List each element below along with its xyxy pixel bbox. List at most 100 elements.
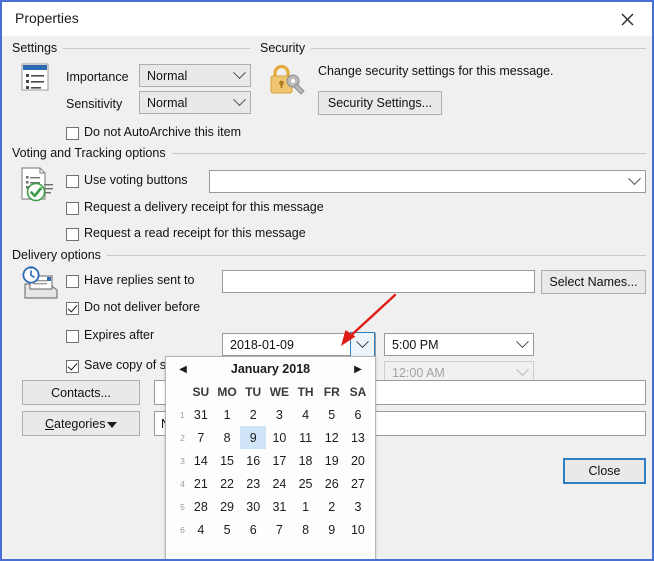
calendar-day[interactable]: 7 xyxy=(266,518,292,541)
do-not-autoarchive-checkbox[interactable] xyxy=(66,127,79,140)
calendar-day[interactable]: 11 xyxy=(292,426,318,449)
use-voting-buttons-checkbox[interactable] xyxy=(66,175,79,188)
voting-ballot-icon xyxy=(19,166,55,209)
calendar-day[interactable]: 3 xyxy=(266,403,292,426)
calendar-day[interactable]: 1 xyxy=(292,495,318,518)
calendar-week-row: 1 31 1 2 3 4 5 6 xyxy=(170,403,371,426)
read-receipt-checkbox[interactable] xyxy=(66,228,79,241)
chevron-right-icon[interactable]: ▶ xyxy=(345,357,371,381)
date-picker-popup: ◀ January 2018 ▶ SU MO TU WE TH FR SA 1 … xyxy=(165,356,376,559)
calendar-day[interactable]: 27 xyxy=(345,472,371,495)
delivery-group-rule xyxy=(97,255,646,256)
calendar-day[interactable]: 16 xyxy=(240,449,266,472)
chevron-down-icon xyxy=(356,335,369,349)
do-not-autoarchive-label: Do not AutoArchive this item xyxy=(84,125,242,139)
categories-button[interactable]: Categories xyxy=(22,411,140,436)
calendar-day[interactable]: 8 xyxy=(214,426,240,449)
have-replies-sent-to-input[interactable] xyxy=(222,270,535,293)
settings-group-label: Settings xyxy=(12,41,64,55)
contacts-button[interactable]: Contacts... xyxy=(22,380,140,405)
chevron-down-icon xyxy=(228,65,250,86)
save-copy-checkbox[interactable] xyxy=(66,360,79,373)
lock-key-icon xyxy=(268,61,306,102)
security-settings-button[interactable]: Security Settings... xyxy=(318,91,442,115)
select-names-button[interactable]: Select Names... xyxy=(541,270,646,294)
calendar-day[interactable]: 7 xyxy=(188,426,214,449)
calendar-day[interactable]: 12 xyxy=(319,426,345,449)
use-voting-buttons-label: Use voting buttons xyxy=(84,173,188,187)
calendar-week-row: 4 21 22 23 24 25 26 27 xyxy=(170,472,371,495)
do-not-deliver-before-checkbox[interactable] xyxy=(66,302,79,315)
calendar-day[interactable]: 10 xyxy=(345,518,371,541)
calendar-week-row: 2 7 8 9 10 11 12 13 xyxy=(170,426,371,449)
calendar-day[interactable]: 28 xyxy=(188,495,214,518)
delayed-delivery-icon xyxy=(19,266,61,307)
calendar-day[interactable]: 17 xyxy=(266,449,292,472)
calendar-day[interactable]: 22 xyxy=(214,472,240,495)
calendar-day[interactable]: 4 xyxy=(188,518,214,541)
calendar-day[interactable]: 20 xyxy=(345,449,371,472)
calendar-day[interactable]: 31 xyxy=(188,403,214,426)
sensitivity-select[interactable]: Normal xyxy=(139,91,251,114)
delivery-group-label: Delivery options xyxy=(12,248,107,262)
weekday-su: SU xyxy=(192,385,210,399)
calendar-day[interactable]: 9 xyxy=(319,518,345,541)
calendar-day[interactable]: 2 xyxy=(319,495,345,518)
calendar-day[interactable]: 21 xyxy=(188,472,214,495)
calendar-day[interactable]: 4 xyxy=(292,403,318,426)
calendar-day[interactable]: 14 xyxy=(188,449,214,472)
calendar-day[interactable]: 19 xyxy=(319,449,345,472)
voting-group-rule xyxy=(154,153,646,154)
calendar-weekday-row: SU MO TU WE TH FR SA xyxy=(170,381,371,403)
importance-select[interactable]: Normal xyxy=(139,64,251,87)
do-not-deliver-time-value: 5:00 PM xyxy=(392,337,439,352)
calendar-day[interactable]: 5 xyxy=(319,403,345,426)
read-receipt-label: Request a read receipt for this message xyxy=(84,226,306,240)
triangle-down-icon xyxy=(107,421,117,428)
week-number-header xyxy=(170,381,188,403)
calendar-day[interactable]: 23 xyxy=(240,472,266,495)
calendar-day[interactable]: 3 xyxy=(345,495,371,518)
calendar-day[interactable]: 5 xyxy=(214,518,240,541)
calendar-day[interactable]: 25 xyxy=(292,472,318,495)
delivery-receipt-label: Request a delivery receipt for this mess… xyxy=(84,200,324,214)
date-picker-dropdown-button[interactable] xyxy=(350,332,375,357)
close-x-icon[interactable] xyxy=(610,6,644,32)
close-button[interactable]: Close xyxy=(563,458,646,484)
voting-buttons-select[interactable] xyxy=(209,170,646,193)
calendar-day-selected[interactable]: 9 xyxy=(240,426,267,449)
calendar-day[interactable]: 13 xyxy=(345,426,371,449)
delivery-receipt-checkbox[interactable] xyxy=(66,202,79,215)
chevron-left-icon[interactable]: ◀ xyxy=(170,357,196,381)
have-replies-sent-to-checkbox[interactable] xyxy=(66,275,79,288)
calendar-day[interactable]: 1 xyxy=(214,403,240,426)
calendar-day[interactable]: 26 xyxy=(319,472,345,495)
calendar-day[interactable]: 31 xyxy=(266,495,292,518)
weekday-we: WE xyxy=(269,385,290,399)
weekday-tu: TU xyxy=(245,385,262,399)
expires-after-time-value: 12:00 AM xyxy=(392,365,445,380)
calendar-day[interactable]: 18 xyxy=(292,449,318,472)
security-description: Change security settings for this messag… xyxy=(318,64,554,78)
calendar-day[interactable]: 29 xyxy=(214,495,240,518)
weekday-mo: MO xyxy=(217,385,237,399)
calendar-day[interactable]: 8 xyxy=(292,518,318,541)
importance-value: Normal xyxy=(147,68,188,83)
calendar-day[interactable]: 6 xyxy=(345,403,371,426)
calendar-day[interactable]: 6 xyxy=(240,518,266,541)
voting-group-label: Voting and Tracking options xyxy=(12,146,172,160)
have-replies-sent-to-label: Have replies sent to xyxy=(84,273,195,287)
calendar-day[interactable]: 10 xyxy=(266,426,292,449)
calendar-day[interactable]: 30 xyxy=(240,495,266,518)
sensitivity-label: Sensitivity xyxy=(66,97,123,111)
calendar-day[interactable]: 2 xyxy=(240,403,266,426)
chevron-down-icon xyxy=(511,334,533,355)
calendar-week-row: 5 28 29 30 31 1 2 3 xyxy=(170,495,371,518)
week-number: 1 xyxy=(180,409,185,420)
calendar-day[interactable]: 24 xyxy=(266,472,292,495)
calendar-day[interactable]: 15 xyxy=(214,449,240,472)
expires-after-checkbox[interactable] xyxy=(66,330,79,343)
weekday-fr: FR xyxy=(323,385,340,399)
security-group-label: Security xyxy=(260,41,312,55)
do-not-deliver-time-select[interactable]: 5:00 PM xyxy=(384,333,534,356)
